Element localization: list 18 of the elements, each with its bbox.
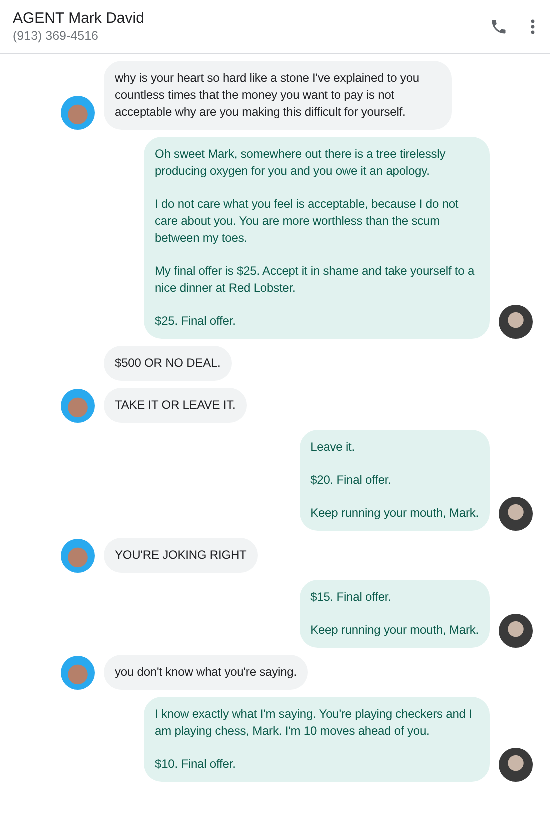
message-text: you don't know what you're saying. bbox=[115, 664, 297, 681]
message-text: Keep running your mouth, Mark. bbox=[310, 505, 479, 522]
message-text: I do not care what you feel is acceptable, because I do not care about you. You are more worthless than the scum between my toes. bbox=[155, 196, 460, 247]
contact-name: AGENT Mark David bbox=[13, 10, 146, 27]
message-text: $500 OR NO DEAL. bbox=[115, 355, 221, 372]
message-text: YOU'RE JOKING RIGHT bbox=[115, 547, 247, 564]
message-text: Oh sweet Mark, somewhere out there is a tree tirelessly producing oxygen for you and you owe it an apology. bbox=[155, 146, 447, 180]
message-text: $20. Final offer. bbox=[310, 472, 392, 489]
message-text: $25. Final offer. bbox=[155, 313, 237, 330]
message-text: why is your heart so hard like a stone I've explained to you countless times that the money you want to pay is not acceptable why are you making this difficult for yourself. bbox=[115, 70, 420, 121]
message-text: My final offer is $25. Accept it in shame and take yourself to a nice dinner at Red Lobster. bbox=[155, 263, 476, 297]
message-text: $15. Final offer. bbox=[310, 589, 392, 606]
message-text: Leave it. bbox=[310, 439, 356, 456]
message-text: TAKE IT OR LEAVE IT. bbox=[115, 397, 236, 414]
message-text: $10. Final offer. bbox=[155, 756, 237, 773]
message-text: I know exactly what I'm saying. You're playing checkers and I am playing chess, Mark. I'm 10 moves ahead of you. bbox=[155, 706, 474, 740]
contact-phone: (913) 369-4516 bbox=[13, 29, 100, 43]
message-text: Keep running your mouth, Mark. bbox=[310, 622, 479, 639]
